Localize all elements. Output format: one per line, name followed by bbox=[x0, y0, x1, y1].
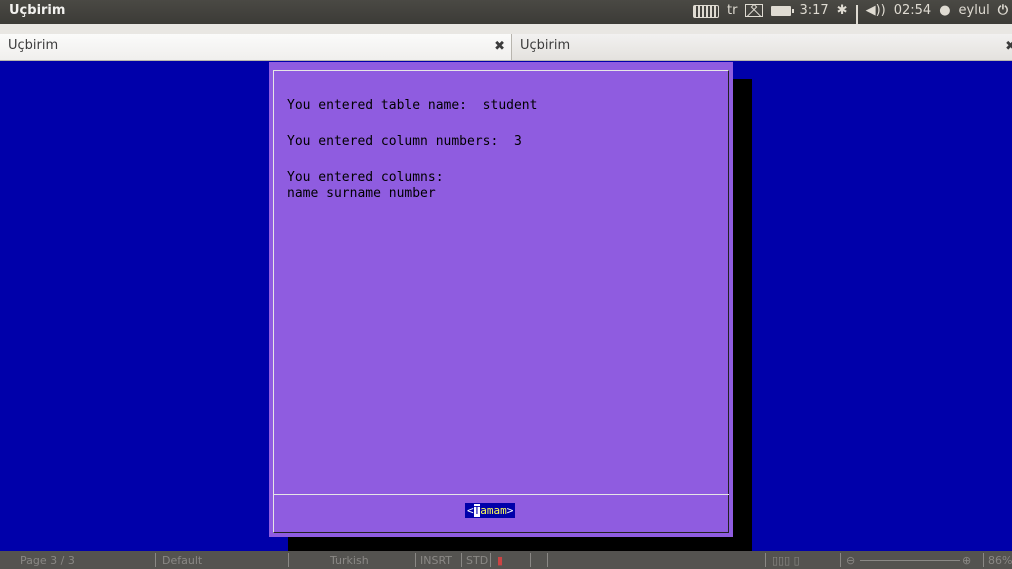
page-indicator: Page 3 / 3 bbox=[20, 554, 75, 567]
battery-time[interactable]: 3:17 bbox=[799, 3, 828, 18]
message-column-count: You entered column numbers: 3 bbox=[287, 134, 522, 149]
zoom-level: 86% bbox=[988, 554, 1012, 567]
volume-icon[interactable]: ◀)) bbox=[866, 3, 886, 18]
tab-label: Uçbirim bbox=[8, 38, 59, 53]
zoom-in-icon[interactable]: ⊕ bbox=[962, 554, 971, 567]
message-table-name: You entered table name: student bbox=[287, 98, 538, 113]
close-icon[interactable]: ✖ bbox=[494, 35, 505, 59]
ok-bracket-close: > bbox=[506, 504, 514, 517]
tab-label: Uçbirim bbox=[520, 38, 571, 53]
insert-mode: INSRT bbox=[420, 554, 453, 567]
selection-mode: STD bbox=[466, 554, 489, 567]
zoom-slider[interactable] bbox=[860, 560, 960, 561]
ok-bracket-open: < bbox=[467, 504, 474, 517]
keyboard-icon[interactable] bbox=[693, 4, 720, 18]
ok-button[interactable]: <Tamam> bbox=[465, 503, 516, 518]
tab-bar: Uçbirim ✖ Uçbirim ✖ bbox=[0, 34, 1012, 61]
battery-icon[interactable] bbox=[771, 5, 795, 16]
close-icon[interactable]: ✖ bbox=[1005, 35, 1012, 59]
zoom-out-icon[interactable]: ⊖ bbox=[846, 554, 855, 567]
tab-terminal-1[interactable]: Uçbirim ✖ bbox=[0, 34, 512, 60]
tab-terminal-2[interactable]: Uçbirim ✖ bbox=[512, 34, 1012, 60]
message-columns-heading: You entered columns: bbox=[287, 170, 444, 185]
message-dialog: You entered table name: student You ente… bbox=[269, 62, 733, 537]
indicator-area: tr 3:17 ✱ ◀)) 02:54 ● eylul ⏻ bbox=[693, 3, 1008, 35]
mail-icon[interactable] bbox=[745, 4, 764, 17]
user-icon[interactable]: ● bbox=[939, 3, 950, 18]
background-status-bar: Page 3 / 3 Default Turkish INSRT STD ▮ ▯… bbox=[0, 551, 1012, 569]
network-signal-icon[interactable] bbox=[855, 4, 858, 35]
dialog-separator bbox=[273, 494, 729, 495]
page-style: Default bbox=[162, 554, 203, 567]
keyboard-layout[interactable]: tr bbox=[727, 3, 737, 18]
window-top-strip bbox=[0, 24, 1012, 34]
view-layout-icon[interactable]: ▯▯▯ ▯ bbox=[772, 554, 800, 567]
power-icon[interactable]: ⏻ bbox=[998, 3, 1008, 18]
user-name[interactable]: eylul bbox=[959, 3, 990, 18]
document-modified-icon: ▮ bbox=[497, 554, 504, 567]
clock[interactable]: 02:54 bbox=[894, 3, 931, 18]
top-panel: Uçbirim tr 3:17 ✱ ◀)) 02:54 ● eylul ⏻ bbox=[0, 0, 1012, 35]
bluetooth-icon[interactable]: ✱ bbox=[837, 3, 848, 18]
language-indicator: Turkish bbox=[330, 554, 369, 567]
message-columns-list: name surname number bbox=[287, 186, 436, 201]
app-title: Uçbirim bbox=[9, 3, 66, 18]
